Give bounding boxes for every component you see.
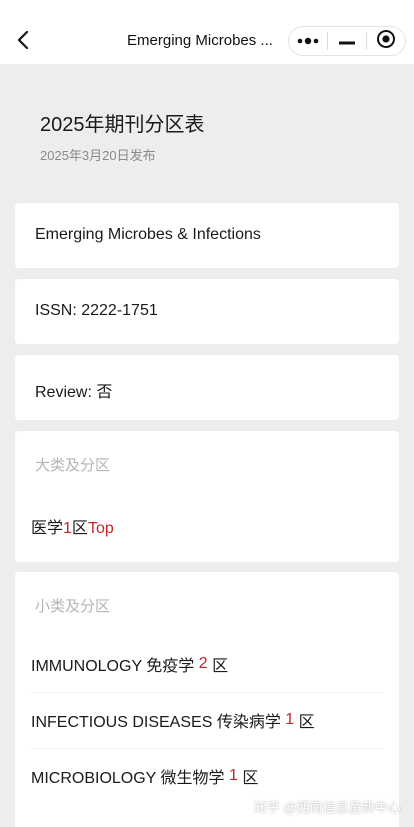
major-category-field: 医学 [31, 520, 64, 537]
major-category-value: 医学1区Top [31, 514, 114, 538]
list-item: INFECTIOUS DISEASES 传染病学 1 区 [31, 692, 383, 749]
subject-zone: 1 [228, 767, 238, 784]
page-title: Emerging Microbes ... [127, 32, 273, 49]
minor-category-label: 小类及分区 [35, 598, 111, 615]
review-card: Review: 否 [15, 355, 399, 420]
journal-name-card: Emerging Microbes & Infections [15, 203, 399, 268]
subject-zone-suffix: 区 [212, 658, 229, 675]
major-zone-number: 1 [63, 520, 72, 537]
mini-program-capsule [288, 26, 406, 56]
minimize-button[interactable] [328, 27, 366, 55]
major-category-label: 大类及分区 [35, 457, 111, 474]
review-value: Review: 否 [35, 384, 113, 401]
subject-name: MICROBIOLOGY 微生物学 [31, 770, 225, 787]
issn-value: ISSN: 2222-1751 [35, 302, 158, 319]
subject-zone-suffix: 区 [298, 714, 315, 731]
list-item: IMMUNOLOGY 免疫学 2 区 [31, 636, 383, 693]
top-navigation-bar: Emerging Microbes ... [0, 0, 414, 64]
minor-category-card: 小类及分区 IMMUNOLOGY 免疫学 2 区 INFECTIOUS DISE… [15, 572, 399, 827]
more-dots-icon [297, 32, 319, 50]
journal-name: Emerging Microbes & Infections [35, 226, 261, 243]
back-button[interactable] [12, 28, 34, 56]
watermark: 知乎 @西南信息童新中心 [254, 800, 401, 815]
subject-zone: 1 [285, 711, 295, 728]
major-category-card: 大类及分区 医学1区Top [15, 431, 399, 562]
subject-zone: 2 [198, 655, 208, 672]
subject-name: IMMUNOLOGY 免疫学 [31, 658, 195, 675]
top-badge: Top [87, 520, 114, 537]
subject-name: INFECTIOUS DISEASES 传染病学 [31, 714, 281, 731]
minimize-icon [339, 32, 355, 50]
target-close-icon [376, 29, 396, 54]
major-zone-suffix: 区 [71, 520, 88, 537]
publish-date: 2025年3月20日发布 [40, 148, 156, 163]
issn-card: ISSN: 2222-1751 [15, 279, 399, 344]
table-title: 2025年期刊分区表 [40, 114, 205, 136]
list-item: MICROBIOLOGY 微生物学 1 区 [31, 748, 383, 804]
chevron-left-icon [16, 29, 30, 56]
subject-zone-suffix: 区 [242, 770, 259, 787]
close-button[interactable] [367, 27, 405, 55]
more-button[interactable] [289, 27, 327, 55]
